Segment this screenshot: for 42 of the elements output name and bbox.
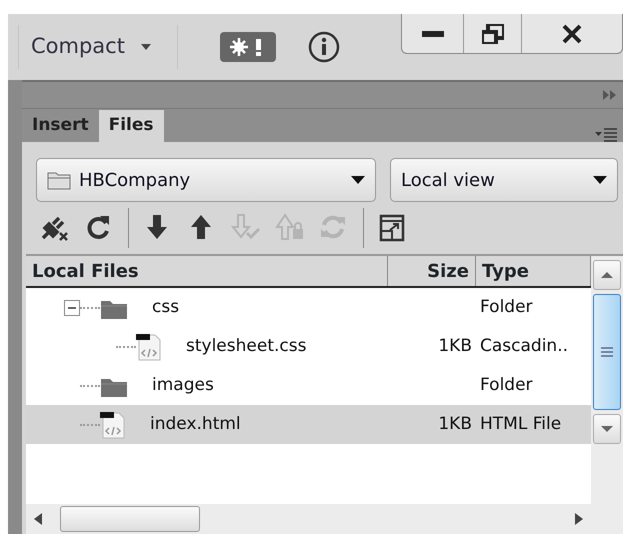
scroll-thumb[interactable] (593, 294, 621, 410)
up-caret-icon (601, 272, 613, 278)
file-name: images (152, 374, 214, 397)
file-row[interactable]: images Folder (26, 366, 591, 405)
info-icon[interactable] (308, 31, 340, 63)
scroll-right-icon[interactable] (575, 513, 583, 525)
grip-icon (601, 347, 613, 357)
minimize-icon (422, 30, 444, 36)
file-name: stylesheet.css (186, 334, 306, 358)
file-size: 1KB (438, 412, 472, 436)
folder-icon (47, 170, 71, 190)
caret-icon (593, 176, 607, 184)
caret-icon (351, 176, 365, 184)
file-icon (100, 410, 126, 440)
scroll-up-button[interactable] (593, 260, 621, 290)
scroll-thumb[interactable] (60, 506, 200, 532)
file-name: index.html (150, 412, 241, 436)
workspace-dropdown[interactable]: Compact (18, 25, 178, 69)
scroll-down-button[interactable] (593, 414, 621, 444)
file-icon (136, 332, 162, 362)
file-row[interactable]: stylesheet.css 1KB Cascadin.. (26, 327, 591, 366)
column-header[interactable]: Size (388, 256, 476, 286)
restore-icon (482, 24, 504, 44)
close-icon (562, 24, 582, 44)
file-type: Folder (480, 374, 533, 395)
collapse-toggle[interactable] (64, 300, 80, 316)
column-header[interactable]: Local Files (26, 256, 388, 286)
file-row[interactable]: index.html 1KB HTML File (26, 405, 591, 444)
scroll-left-icon[interactable] (34, 513, 42, 525)
file-type: HTML File (480, 414, 562, 434)
file-type: Folder (480, 296, 533, 317)
file-size: 1KB (438, 334, 472, 358)
site-dropdown[interactable]: HBCompany (36, 158, 376, 202)
down-caret-icon (601, 426, 613, 432)
caret-icon (140, 44, 151, 50)
file-type: Cascadin.. (480, 336, 568, 356)
alert-button[interactable] (220, 32, 276, 62)
view-dropdown[interactable]: Local view (390, 158, 618, 202)
file-row[interactable]: css Folder (26, 288, 591, 327)
file-name: css (152, 296, 180, 319)
panel-menu-icon[interactable] (595, 128, 617, 142)
panel-tab[interactable]: Files (98, 110, 164, 142)
